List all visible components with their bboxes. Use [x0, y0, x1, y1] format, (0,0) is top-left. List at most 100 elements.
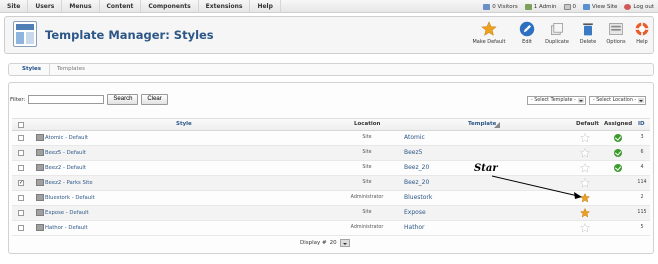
row-checkbox[interactable]: ✓ — [18, 180, 24, 186]
not-default-star-icon[interactable] — [580, 223, 590, 233]
style-name-link[interactable]: Beez2 - Parks Site — [45, 180, 93, 186]
chevron-down-icon — [577, 98, 584, 103]
edit-button[interactable]: Edit — [517, 21, 537, 51]
duplicate-icon — [551, 23, 563, 35]
duplicate-button[interactable]: Duplicate — [543, 21, 571, 51]
assigned-check-icon — [614, 149, 622, 157]
edit-icon — [519, 21, 535, 37]
make-default-label: Make Default — [472, 39, 506, 45]
messages-count: 0 — [572, 3, 577, 10]
view-site-label: View Site — [592, 3, 618, 10]
template-link[interactable]: Beez_20 — [404, 179, 429, 186]
template-link[interactable]: Hathor — [404, 224, 424, 231]
style-name-link[interactable]: Beez2 - Default — [45, 165, 86, 171]
col-location-header[interactable]: Location — [354, 121, 380, 127]
star-icon — [481, 21, 497, 36]
default-star-icon[interactable] — [580, 208, 590, 218]
duplicate-label: Duplicate — [545, 39, 569, 45]
filter-input[interactable] — [28, 95, 105, 104]
table-row: Beez2 - Default Site Beez_20 4 — [12, 161, 650, 176]
location-cell: Site — [362, 210, 372, 215]
template-link[interactable]: Beez5 — [404, 149, 422, 156]
select-template-dropdown[interactable]: - Select Template - — [527, 96, 586, 105]
menu-components[interactable]: Components — [141, 0, 199, 13]
table-row: Expose - Default Site Expose 115 — [12, 206, 650, 221]
mail-icon — [563, 3, 571, 10]
select-all-checkbox[interactable] — [18, 122, 24, 128]
display-count-dropdown[interactable] — [339, 239, 350, 247]
options-button[interactable]: Options — [605, 21, 627, 51]
style-thumbnail-icon — [36, 194, 44, 201]
style-name-link[interactable]: Beez5 - Default — [45, 150, 86, 156]
location-cell: Site — [362, 150, 372, 155]
template-link[interactable]: Atomic — [404, 134, 425, 141]
col-default-header[interactable]: Default — [576, 121, 599, 127]
table-row: ✓ Beez2 - Parks Site Site Beez_20 114 — [12, 176, 650, 191]
location-cell: Site — [362, 180, 372, 185]
template-link[interactable]: Bluestork — [404, 194, 432, 201]
menu-extensions[interactable]: Extensions — [199, 0, 251, 13]
tab-templates[interactable]: Templates — [49, 64, 92, 75]
style-name-link[interactable]: Atomic - Default — [45, 135, 88, 141]
col-template-header[interactable]: Template — [468, 121, 496, 127]
col-style-header[interactable]: Style — [176, 121, 192, 127]
options-label: Options — [606, 39, 626, 45]
row-checkbox[interactable] — [18, 165, 24, 171]
table-header: Style Location Template Default Assigned… — [12, 118, 650, 131]
row-checkbox[interactable] — [18, 210, 24, 216]
style-thumbnail-icon — [36, 224, 44, 231]
logout-label: Log out — [633, 3, 654, 10]
style-thumbnail-icon — [36, 209, 44, 216]
col-assigned-header[interactable]: Assigned — [604, 121, 632, 127]
display-label: Display # — [300, 240, 327, 246]
menu-help[interactable]: Help — [250, 0, 281, 13]
menu-site[interactable]: Site — [0, 0, 29, 13]
not-default-star-icon[interactable] — [580, 148, 590, 158]
default-star-icon[interactable] — [580, 193, 590, 203]
row-checkbox[interactable] — [18, 225, 24, 231]
style-name-link[interactable]: Expose - Default — [45, 210, 89, 216]
not-default-star-icon[interactable] — [580, 163, 590, 173]
template-link[interactable]: Beez_20 — [404, 164, 429, 171]
not-default-star-icon[interactable] — [580, 178, 590, 188]
table-row: Beez5 - Default Site Beez5 6 — [12, 146, 650, 161]
trash-icon — [583, 23, 593, 36]
location-cell: Site — [362, 135, 372, 140]
clear-button[interactable]: Clear — [141, 94, 168, 105]
delete-label: Delete — [579, 39, 597, 45]
admin-icon — [524, 3, 532, 10]
view-site-link[interactable]: View Site — [583, 3, 618, 10]
id-cell: 5 — [640, 225, 644, 230]
tab-styles[interactable]: Styles — [15, 64, 48, 75]
row-checkbox[interactable] — [18, 150, 24, 156]
admins-status: 1 Admin — [524, 3, 557, 10]
search-button[interactable]: Search — [107, 94, 139, 105]
status-area: 0 Visitors 1 Admin 0 View Site Log out — [483, 0, 654, 13]
style-name-link[interactable]: Bluestork - Default — [45, 195, 95, 201]
logout-link[interactable]: Log out — [624, 3, 654, 10]
menu-users[interactable]: Users — [28, 0, 63, 13]
location-cell: Administrator — [350, 225, 384, 230]
delete-button[interactable]: Delete — [577, 21, 599, 51]
help-label: Help — [636, 39, 648, 45]
select-location-value: - Select Location - — [593, 98, 637, 103]
style-name-link[interactable]: Hathor - Default — [45, 225, 88, 231]
chevron-down-icon — [638, 98, 645, 103]
assigned-check-icon — [614, 134, 622, 142]
select-location-dropdown[interactable]: - Select Location - — [589, 96, 647, 105]
power-icon — [624, 3, 632, 10]
not-default-star-icon[interactable] — [580, 133, 590, 143]
menu-menus[interactable]: Menus — [62, 0, 100, 13]
messages-status[interactable]: 0 — [563, 3, 577, 10]
location-cell: Site — [362, 165, 372, 170]
row-checkbox[interactable] — [18, 195, 24, 201]
col-id-header[interactable]: ID — [638, 121, 645, 127]
edit-label: Edit — [522, 39, 532, 45]
menu-content[interactable]: Content — [100, 0, 142, 13]
make-default-button[interactable]: Make Default — [471, 21, 507, 51]
template-link[interactable]: Expose — [404, 209, 426, 216]
help-button[interactable]: Help — [633, 21, 651, 51]
admins-count: 1 Admin — [533, 3, 557, 10]
id-cell: 114 — [637, 180, 647, 185]
row-checkbox[interactable] — [18, 135, 24, 141]
